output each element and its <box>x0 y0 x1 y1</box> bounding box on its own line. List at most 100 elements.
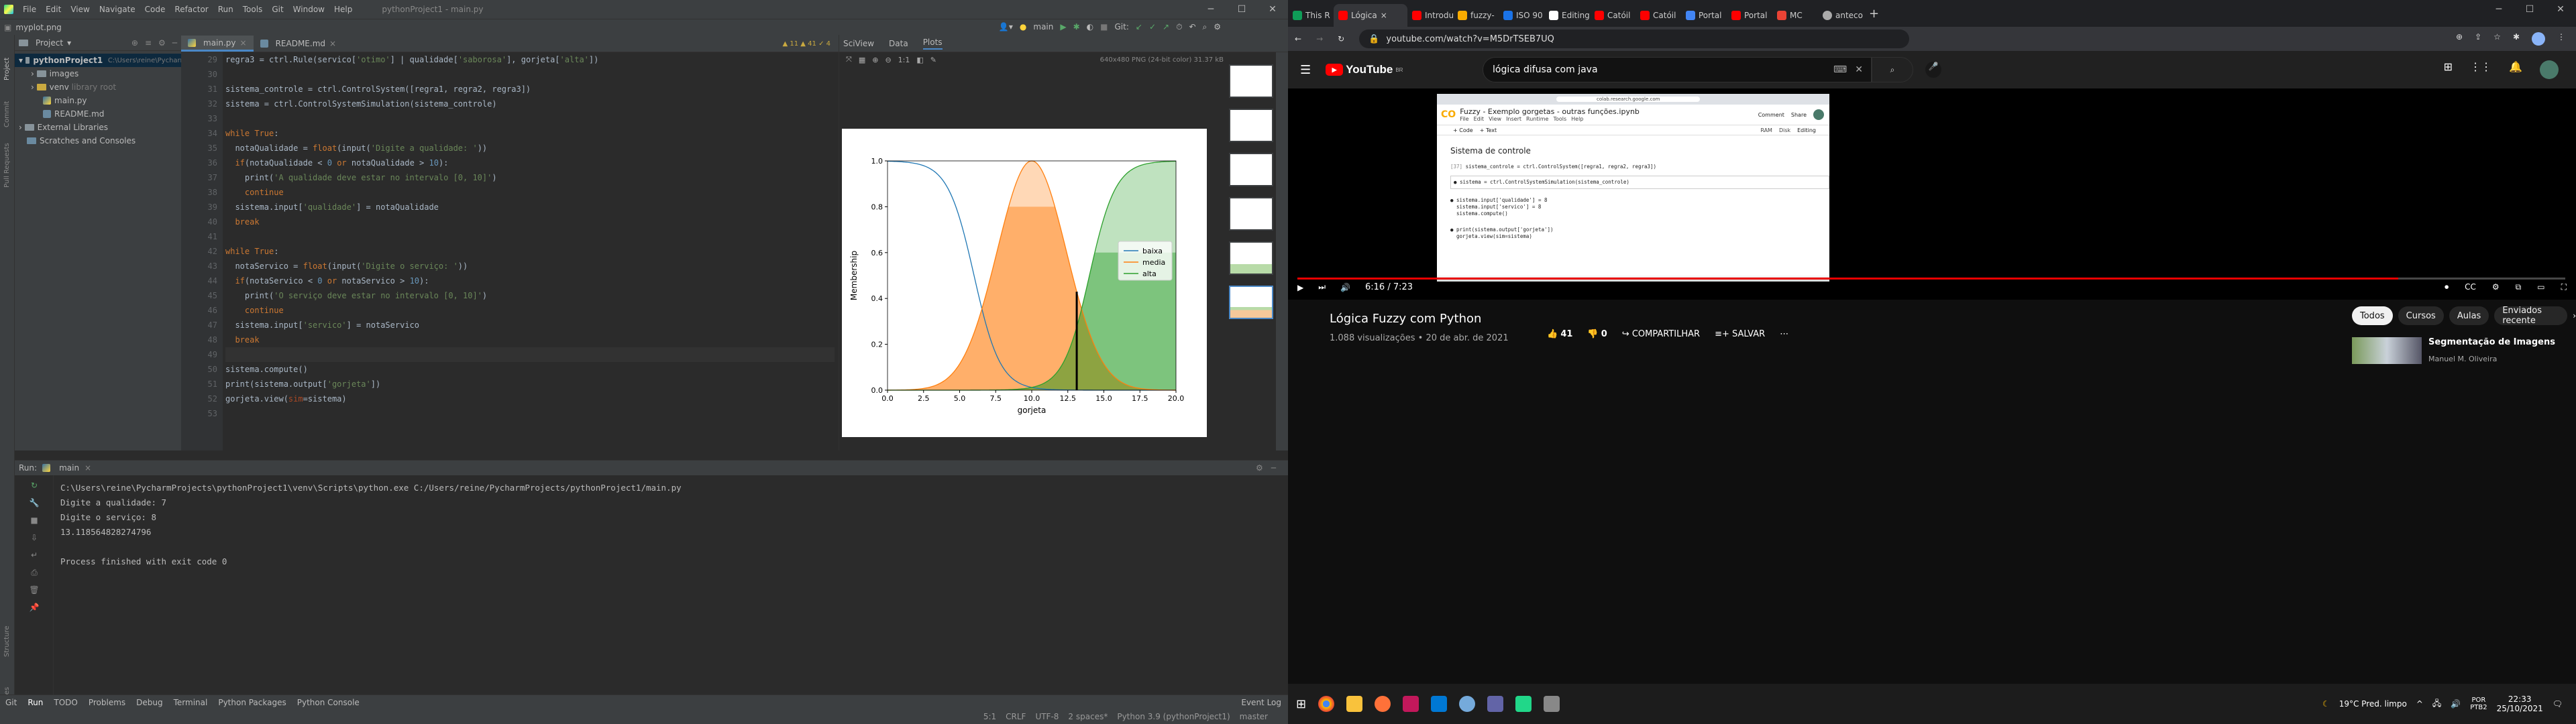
project-toolwindow-button[interactable]: Project <box>3 40 11 80</box>
toolwindow-debug[interactable]: Debug <box>136 698 162 707</box>
toolwindow-python-packages[interactable]: Python Packages <box>218 698 286 707</box>
plot-thumbnail[interactable] <box>1229 109 1273 142</box>
browser-tab[interactable]: fuzzy- <box>1453 4 1499 27</box>
background-icon[interactable]: ◧ <box>916 56 923 64</box>
status-branch[interactable]: master <box>1240 712 1268 721</box>
plot-thumbnail[interactable] <box>1229 197 1273 231</box>
create-video-icon[interactable]: ⊞ <box>2444 60 2453 79</box>
bookmark-star-icon[interactable]: ☆ <box>2493 32 2501 46</box>
history-icon[interactable]: ⏱ <box>1176 22 1182 32</box>
minimize-icon[interactable]: ─ <box>2483 0 2514 19</box>
clear-icon[interactable]: ✕ <box>1855 64 1863 75</box>
language-indicator[interactable]: POR PTB2 <box>2470 697 2487 711</box>
plot-thumbnail[interactable] <box>1229 241 1273 275</box>
apps-grid-icon[interactable]: ⋮⋮ <box>2470 60 2491 79</box>
menu-refactor[interactable]: Refactor <box>174 5 208 14</box>
settings-icon[interactable]: ⚙ <box>2492 282 2500 292</box>
tree-item-project[interactable]: ▾ pythonProject1 C:\Users\reine\PycharmP… <box>15 54 181 67</box>
zoom-out-icon[interactable]: ⊖ <box>885 56 891 64</box>
close-run-tab-icon[interactable]: × <box>85 463 91 473</box>
related-title[interactable]: Segmentação de Imagens <box>2428 337 2555 347</box>
plot-thumbnail[interactable] <box>1229 153 1273 186</box>
toolwindow-python-console[interactable]: Python Console <box>297 698 360 707</box>
toolwindow-terminal[interactable]: Terminal <box>174 698 208 707</box>
weather-icon[interactable]: ☾ <box>2322 699 2330 709</box>
forward-icon[interactable]: → <box>1316 34 1323 44</box>
browser-tab[interactable]: Catóil <box>1590 4 1635 27</box>
inspection-widget[interactable]: ▲ 11 ▲ 41 ✓ 4 <box>783 36 830 52</box>
notifications-icon[interactable]: 🗨 <box>2553 699 2563 709</box>
fit-icon[interactable]: ⤧ <box>846 55 852 64</box>
user-icon[interactable]: 👤▾ <box>999 22 1013 32</box>
close-tab-icon[interactable]: × <box>240 38 247 48</box>
chip-enviados[interactable]: Enviados recente <box>2494 306 2568 326</box>
chevron-right-icon[interactable]: › <box>2573 311 2576 320</box>
project-label[interactable]: Project <box>36 38 63 48</box>
more-icon[interactable]: ⋯ <box>1780 329 1788 339</box>
commit-toolwindow-button[interactable]: Commit <box>3 87 11 127</box>
code-area[interactable]: regra3 = ctrl.Rule(servico['otimo'] | qu… <box>225 52 835 450</box>
actual-size-icon[interactable]: 1:1 <box>898 56 910 64</box>
console-output[interactable]: C:\Users\reine\PycharmProjects\pythonPro… <box>60 481 682 569</box>
soft-wrap-icon[interactable]: ↵ <box>28 550 40 562</box>
share-icon[interactable]: ⇪ <box>2475 32 2481 46</box>
autoplay-toggle[interactable]: ⏺ <box>2445 282 2449 292</box>
search-input[interactable]: lógica difusa com java ⌨ ✕ <box>1483 57 1872 82</box>
chrome-icon[interactable] <box>1318 696 1335 712</box>
git-commit-icon[interactable]: ✓ <box>1149 22 1156 32</box>
menu-git[interactable]: Git <box>272 5 283 14</box>
extensions-icon[interactable]: ✱ <box>2513 32 2520 46</box>
undo-icon[interactable]: ↶ <box>1189 22 1195 32</box>
stop-icon[interactable]: ■ <box>28 516 40 528</box>
git-update-icon[interactable]: ↙ <box>1136 22 1142 32</box>
address-bar[interactable]: 🔒 youtube.com/watch?v=M5DrTSEB7UQ <box>1359 29 1910 48</box>
structure-button[interactable]: Structure <box>3 617 11 657</box>
menu-help[interactable]: Help <box>334 5 352 14</box>
vscode-icon[interactable] <box>1431 696 1448 712</box>
tree-item-external-libraries[interactable]: › External Libraries <box>15 121 181 134</box>
status-indent[interactable]: 2 spaces* <box>1068 712 1108 721</box>
volume-icon[interactable]: 🔊 <box>1340 283 1350 292</box>
network-icon[interactable]: 🖧 <box>2432 697 2441 711</box>
tree-item-readme[interactable]: README.md <box>15 107 181 121</box>
youtube-logo[interactable]: ▶ YouTube BR <box>1326 63 1403 76</box>
print-icon[interactable]: ⎙ <box>28 568 40 580</box>
browser-tab[interactable]: ISO 90 <box>1499 4 1544 27</box>
minimize-icon[interactable]: ─ <box>1195 0 1226 19</box>
debug-icon[interactable]: ✱ <box>1073 22 1080 32</box>
scroll-end-icon[interactable]: ⇩ <box>28 533 40 545</box>
color-picker-icon[interactable]: ✎ <box>930 56 936 64</box>
mic-icon[interactable]: 🎤 <box>1925 62 1941 78</box>
play-icon[interactable]: ▶ <box>1297 283 1303 292</box>
tree-item-venv[interactable]: › venv library root <box>15 80 181 94</box>
stop-icon[interactable]: ■ <box>1100 22 1108 32</box>
menu-view[interactable]: View <box>70 5 89 14</box>
menu-edit[interactable]: Edit <box>46 5 61 14</box>
options-icon[interactable]: ⚙ <box>158 38 166 48</box>
subtitles-icon[interactable]: CC <box>2465 282 2476 292</box>
wrench-icon[interactable]: 🔧 <box>28 498 40 510</box>
pull-requests-button[interactable]: Pull Requests <box>3 134 11 188</box>
maximize-icon[interactable]: ☐ <box>2514 0 2545 19</box>
tree-item-scratches[interactable]: Scratches and Consoles <box>15 134 181 147</box>
toolwindow-run[interactable]: Run <box>28 698 43 707</box>
tab-data[interactable]: Data <box>889 39 908 48</box>
related-thumbnail[interactable] <box>2352 337 2422 364</box>
fullscreen-icon[interactable]: ⛶ <box>2561 282 2567 292</box>
theater-icon[interactable]: ▭ <box>2537 282 2544 292</box>
browser-tab[interactable]: Catóil <box>1635 4 1681 27</box>
menu-navigate[interactable]: Navigate <box>99 5 136 14</box>
tab-main-py[interactable]: main.py × <box>181 36 254 52</box>
keyboard-icon[interactable]: ⌨ <box>1833 64 1847 75</box>
hide-icon[interactable]: ─ <box>1271 463 1276 473</box>
speaker-icon[interactable]: 🔊 <box>2451 699 2461 709</box>
like-button[interactable]: 👍 41 <box>1547 329 1572 339</box>
next-icon[interactable]: ⏭ <box>1318 282 1326 292</box>
browser-tab[interactable]: MC <box>1772 4 1818 27</box>
menu-window[interactable]: Window <box>293 5 325 14</box>
toolwindow-problems[interactable]: Problems <box>89 698 125 707</box>
app-icon[interactable] <box>1403 696 1419 712</box>
chevron-down-icon[interactable]: ▾ <box>67 38 71 48</box>
chip-cursos[interactable]: Cursos <box>2398 306 2444 325</box>
rerun-icon[interactable]: ↻ <box>28 481 40 493</box>
